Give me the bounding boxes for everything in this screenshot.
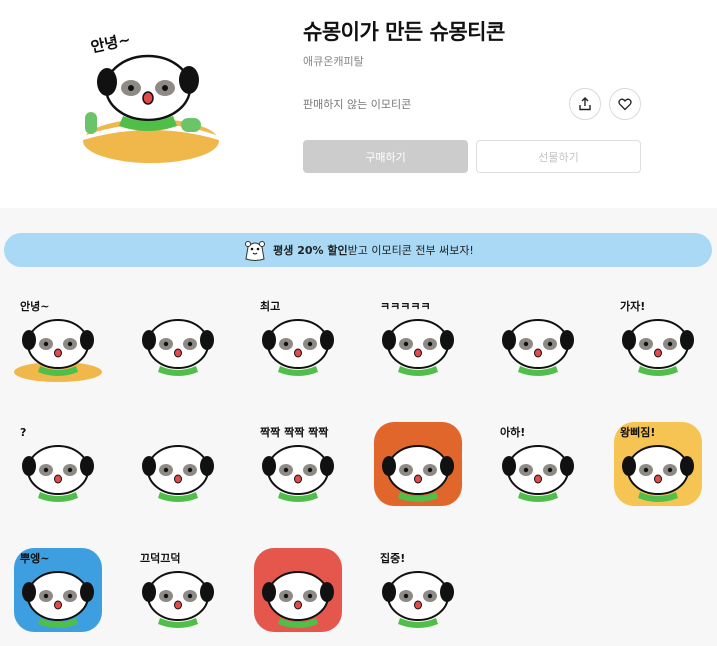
sticker-caption: 아하! xyxy=(500,425,525,439)
sticker-image: ? xyxy=(20,426,94,502)
sticker-item[interactable]: 짝짝 짝짝 짝짝 xyxy=(250,414,346,510)
buy-button[interactable]: 구매하기 xyxy=(303,140,468,173)
sticker-item[interactable] xyxy=(130,288,226,384)
promo-banner[interactable]: 평생 20% 할인 받고 이모티콘 전부 써보자! xyxy=(4,233,712,267)
sticker-image: 안녕~ xyxy=(14,299,102,382)
author-link[interactable]: 애큐온캐피탈 xyxy=(303,53,364,69)
sticker-caption: 안녕~ xyxy=(20,299,49,313)
sticker-item[interactable]: 가자! xyxy=(610,288,706,384)
sticker-image: 최고 xyxy=(260,299,334,376)
sticker-item[interactable] xyxy=(130,414,226,510)
sticker-image: 끄덕끄덕 xyxy=(140,551,214,628)
sticker-image xyxy=(254,548,342,632)
sticker-item[interactable]: 끄덕끄덕 xyxy=(130,540,226,636)
share-icon xyxy=(579,97,591,111)
sticker-item[interactable]: 아하! xyxy=(490,414,586,510)
heart-icon xyxy=(618,98,632,111)
sticker-image: 가자! xyxy=(620,299,694,376)
sticker-caption: 가자! xyxy=(620,299,645,313)
sticker-item[interactable]: 집중! xyxy=(370,540,466,636)
sticker-item[interactable]: ㅋㅋㅋㅋㅋ xyxy=(370,288,466,384)
sticker-image xyxy=(502,319,574,376)
availability-text: 판매하지 않는 이모티콘 xyxy=(303,98,412,111)
sticker-caption: 집중! xyxy=(380,551,405,565)
sticker-caption: 뿌엥~ xyxy=(20,551,49,565)
sticker-item[interactable] xyxy=(490,288,586,384)
sticker-preview-area: 평생 20% 할인 받고 이모티콘 전부 써보자! 안녕~ 최고 ㅋㅋㅋㅋㅋ 가자!?… xyxy=(0,208,717,646)
bear-icon xyxy=(245,241,266,261)
sticker-image: 뿌엥~ xyxy=(14,548,102,632)
sticker-image: ㅋㅋㅋㅋㅋ xyxy=(380,300,454,376)
sticker-image xyxy=(374,422,462,506)
sticker-caption: 왕삐짐! xyxy=(620,425,655,439)
hero-sticker-image: 안녕~ xyxy=(83,30,219,163)
sticker-image: 짝짝 짝짝 짝짝 xyxy=(260,425,334,502)
sticker-image: 집중! xyxy=(380,551,454,628)
gift-button[interactable]: 선물하기 xyxy=(476,140,641,173)
sticker-caption: 끄덕끄덕 xyxy=(140,551,180,565)
sticker-item[interactable] xyxy=(370,414,466,510)
sticker-caption: ? xyxy=(20,426,26,439)
sticker-image xyxy=(142,319,214,376)
promo-highlight: 평생 20% 할인 xyxy=(273,244,348,257)
sticker-item[interactable] xyxy=(250,540,346,636)
sticker-item[interactable]: 왕삐짐! xyxy=(610,414,706,510)
sticker-image xyxy=(142,445,214,502)
hero-caption: 안녕~ xyxy=(89,30,132,56)
sticker-item[interactable]: 최고 xyxy=(250,288,346,384)
sticker-caption: ㅋㅋㅋㅋㅋ xyxy=(380,300,431,313)
promo-text: 받고 이모티콘 전부 써보자! xyxy=(347,244,474,257)
sticker-item[interactable]: 안녕~ xyxy=(10,288,106,384)
page-title: 슈몽이가 만든 슈몽티콘 xyxy=(303,20,505,44)
like-button[interactable] xyxy=(609,88,641,120)
sticker-item[interactable]: ? xyxy=(10,414,106,510)
sticker-image: 왕삐짐! xyxy=(614,422,702,506)
sticker-item[interactable]: 뿌엥~ xyxy=(10,540,106,636)
product-header: 안녕~ 슈몽이가 만든 슈몽티콘 애큐온캐피탈 판매하지 않는 이모티콘 구매하… xyxy=(0,0,717,208)
sticker-caption: 최고 xyxy=(260,299,280,313)
sticker-caption: 짝짝 짝짝 짝짝 xyxy=(260,425,328,439)
share-button[interactable] xyxy=(569,88,601,120)
sticker-image: 아하! xyxy=(500,425,574,502)
